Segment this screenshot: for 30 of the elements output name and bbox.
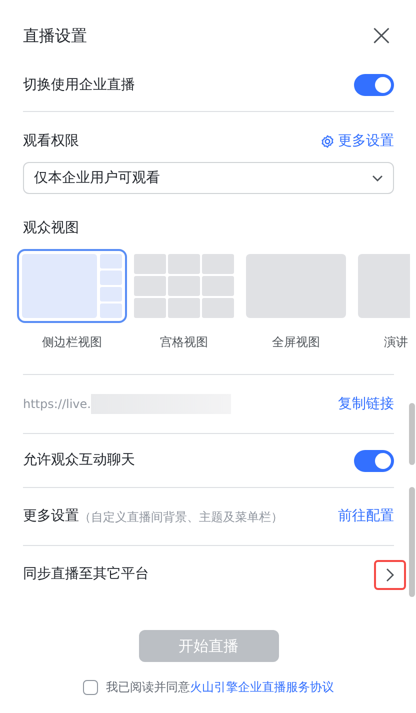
close-button[interactable]: × xyxy=(368,24,394,48)
scrollbar-thumb[interactable] xyxy=(409,487,415,597)
scrollbar-thumb[interactable] xyxy=(409,403,415,465)
toggle-switch[interactable] xyxy=(354,74,394,96)
layout-label: 演讲 xyxy=(384,334,409,351)
setting-label: 同步直播至其它平台 xyxy=(23,565,149,584)
layout-label: 全屏视图 xyxy=(272,334,320,351)
setting-label: 更多设置 xyxy=(23,507,79,526)
chevron-button[interactable] xyxy=(374,560,406,590)
settings-icon xyxy=(321,135,334,148)
setting-hint: （自定义直播间背景、主题及菜单栏） xyxy=(79,508,283,526)
layout-label: 侧边栏视图 xyxy=(42,334,102,351)
dialog-title: 直播设置 xyxy=(23,25,87,47)
configure-link[interactable]: 前往配置 xyxy=(338,506,394,527)
section-label: 观众视图 xyxy=(23,219,80,238)
agreement-text: 我已阅读并同意火山引擎企业直播服务协议 xyxy=(106,679,334,696)
toggle-switch[interactable] xyxy=(354,450,394,472)
permission-select[interactable]: 仅本企业用户可观看 xyxy=(23,162,394,194)
chevron-right-icon xyxy=(386,568,394,582)
setting-label: 允许观众互动聊天 xyxy=(23,451,135,470)
link-url: https://live. xyxy=(23,396,91,413)
more-settings-link[interactable]: 更多设置 xyxy=(321,131,394,152)
setting-label: 切换使用企业直播 xyxy=(23,76,135,94)
layout-option[interactable] xyxy=(17,249,127,323)
agreement-checkbox[interactable] xyxy=(83,680,98,694)
layout-label: 宫格视图 xyxy=(160,334,208,351)
copy-link[interactable]: 复制链接 xyxy=(338,394,394,414)
caret-icon xyxy=(372,174,383,182)
section-label: 观看权限 xyxy=(23,132,79,151)
agreement-link[interactable]: 火山引擎企业直播服务协议 xyxy=(190,680,334,694)
